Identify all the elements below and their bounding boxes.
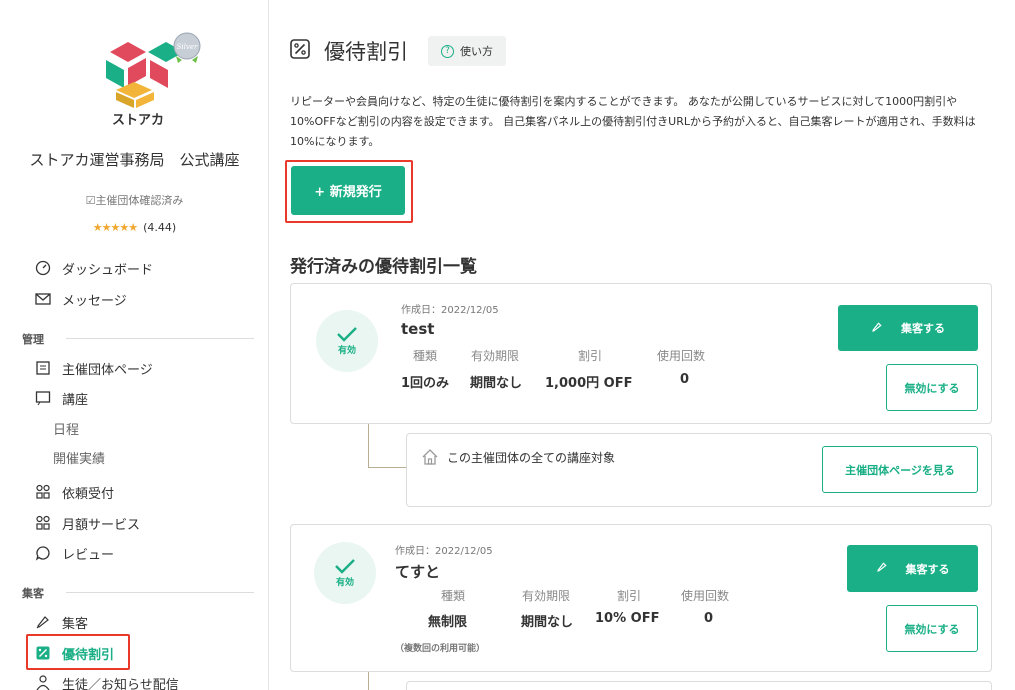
check-icon [337,327,357,342]
coupon-card: 有効 作成日：2022/12/05 test 種類 有効期限 割引 使用回数 1… [290,283,992,424]
main-content: 優待割引 ? 使い方 リピーターや会員向けなど、特定の生徒に優待割引を案内すること… [270,0,1015,690]
rating: ★★★★★ (4.44) [0,221,269,234]
speech-bubble-icon [34,544,52,562]
page-title: 優待割引 [324,40,408,64]
highlight-box [26,634,130,670]
divider [66,338,254,339]
verified-check-icon: ☑ [85,194,96,207]
person-icon [34,674,52,690]
svg-text:ストアカ: ストアカ [112,113,164,128]
percent-icon [290,39,310,63]
target-card: この主催団体の全ての講座対象 主催団体ページを見る [406,433,992,507]
board-icon [34,389,52,407]
nav-marketing[interactable]: 集客 [34,611,88,633]
divider [66,592,254,593]
promote-button[interactable]: 集客する [847,545,978,592]
status-badge: 有効 [314,542,376,604]
check-icon [335,559,355,574]
header-discount: 割引 [617,589,642,603]
house-icon [421,448,439,466]
nav-students[interactable]: 生徒／お知らせ配信 [34,672,179,690]
coupon-type: 1回のみ [401,376,450,391]
coupon-discount: 10% OFF [595,611,660,626]
nav-schedule[interactable]: 日程 [53,419,79,438]
target-label: この主催団体の全ての講座対象 [421,448,615,466]
coupon-name: test [401,320,435,338]
header-period: 有効期限 [471,349,520,363]
nav-reviews[interactable]: レビュー [34,542,114,564]
verified-label: ☑主催団体確認済み [85,194,184,207]
header-type: 種類 [441,589,466,603]
sidebar: ストアカ Silver ストアカ運営事務局 公式講座 ☑主催団体確認済み ★★★… [0,0,269,690]
view-org-page-button[interactable]: 主催団体ページを見る [822,446,978,493]
nav-history[interactable]: 開催実績 [53,448,105,467]
nav-messages[interactable]: メッセージ [34,288,127,310]
org-logo: ストアカ Silver [98,30,208,130]
promote-button[interactable]: 集客する [838,305,978,351]
coupon-name: てすと [395,563,441,581]
list-title: 発行済みの優待割引一覧 [290,257,477,277]
org-name: ストアカ運営事務局 公式講座 [29,151,240,169]
description: リピーターや会員向けなど、特定の生徒に優待割引を案内することができます。 あなた… [290,95,976,148]
nav-monthly[interactable]: 月額サービス [34,512,140,534]
nav-courses[interactable]: 講座 [34,387,88,409]
header-uses: 使用回数 [681,589,730,603]
howto-button[interactable]: ? 使い方 [428,36,506,66]
nav-dashboard[interactable]: ダッシュボード [34,257,153,279]
people-icon [34,483,52,501]
envelope-icon [34,290,52,308]
megaphone-icon [871,321,883,336]
svg-text:Silver: Silver [177,43,198,51]
header-uses: 使用回数 [657,349,706,363]
nav-org-page[interactable]: 主催団体ページ [34,357,153,379]
multi-use-note: （複数回の利用可能） [395,644,486,654]
people-icon [34,514,52,532]
building-icon [34,359,52,377]
section-manage: 管理 [22,333,44,346]
tree-connector [368,424,369,468]
highlight-box [285,160,413,223]
disable-button[interactable]: 無効にする [886,605,978,652]
coupon-period: 期間なし [470,376,523,391]
rating-value: (4.44) [143,221,177,234]
gauge-icon [34,259,52,277]
nav-requests[interactable]: 依頼受付 [34,481,114,503]
disable-button[interactable]: 無効にする [886,364,978,411]
title-row: 優待割引 ? 使い方 [290,36,506,66]
megaphone-icon [34,613,52,631]
header-discount: 割引 [578,349,603,363]
section-marketing: 集客 [22,587,44,600]
megaphone-icon [876,561,888,576]
coupon-card: 有効 作成日：2022/12/05 てすと 種類 有効期限 割引 使用回数 無制… [290,524,992,672]
coupon-uses: 0 [704,611,714,626]
rating-stars: ★★★★★ [92,221,138,234]
target-card [406,681,992,690]
tree-connector [368,672,369,690]
question-icon: ? [441,44,454,58]
coupon-uses: 0 [680,372,690,387]
status-badge: 有効 [316,310,378,372]
header-type: 種類 [413,349,438,363]
coupon-period: 期間なし [521,615,574,630]
coupon-type: 無制限 [428,615,468,630]
coupon-discount: 1,000円 OFF [545,376,633,391]
tree-connector [368,467,406,468]
created-date: 作成日：2022/12/05 [395,546,493,557]
header-period: 有効期限 [522,589,571,603]
created-date: 作成日：2022/12/05 [401,305,499,316]
